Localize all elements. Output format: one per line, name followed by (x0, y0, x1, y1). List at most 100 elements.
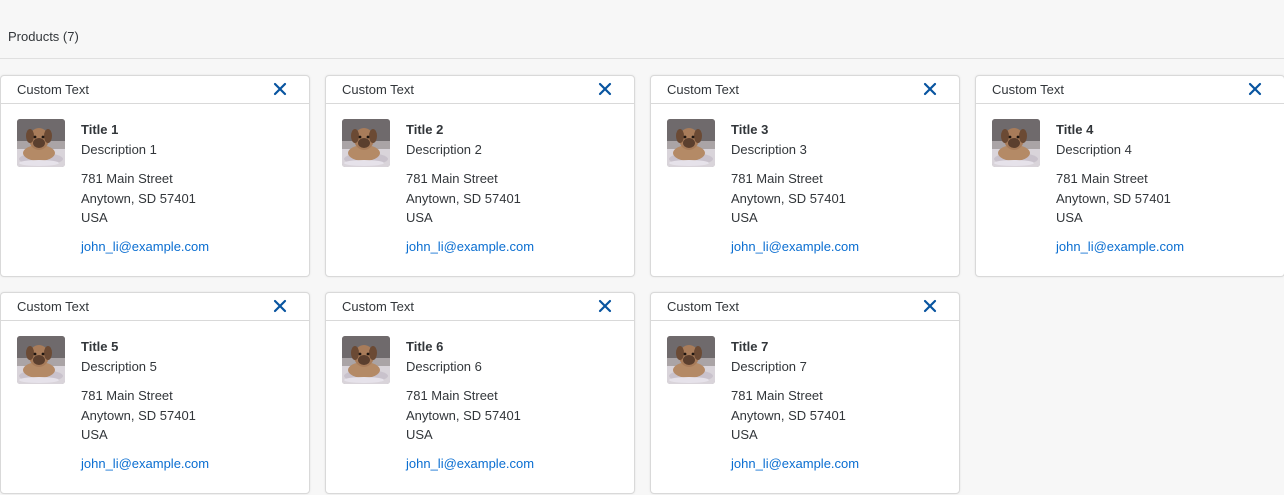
card-title: Title 6 (406, 339, 444, 354)
toolbar: Products (7) (0, 0, 1284, 59)
address-city: Anytown, SD 57401 (1056, 190, 1171, 206)
close-button[interactable] (271, 80, 289, 98)
dog-photo-icon (342, 336, 390, 384)
card-address: 781 Main Street Anytown, SD 57401 USA (731, 386, 859, 445)
card-header: Custom Text (651, 76, 959, 104)
card-header-text: Custom Text (342, 299, 415, 314)
dog-photo-icon (342, 119, 390, 167)
address-city: Anytown, SD 57401 (731, 190, 846, 206)
card-title: Title 7 (731, 339, 769, 354)
close-button[interactable] (596, 80, 614, 98)
card-description: Description 1 (81, 142, 157, 157)
card-info: Title 1 Description 1 781 Main Street An… (81, 120, 209, 257)
avatar (342, 119, 390, 167)
card-header: Custom Text (326, 293, 634, 321)
dog-photo-icon (17, 336, 65, 384)
email-link[interactable]: john_li@example.com (731, 237, 859, 257)
card-header: Custom Text (326, 76, 634, 104)
close-button[interactable] (921, 297, 939, 315)
close-button[interactable] (1246, 80, 1264, 98)
card-description: Description 3 (731, 142, 807, 157)
address-city: Anytown, SD 57401 (81, 190, 196, 206)
close-icon (923, 299, 937, 313)
card-description: Description 7 (731, 359, 807, 374)
close-icon (273, 82, 287, 96)
card-header-text: Custom Text (17, 299, 90, 314)
product-card-5: Custom Text Title 5 Description 5 781 Ma… (0, 292, 310, 494)
close-icon (598, 82, 612, 96)
address-country: USA (1056, 210, 1083, 225)
address-city: Anytown, SD 57401 (731, 407, 846, 423)
card-title: Title 5 (81, 339, 119, 354)
close-button[interactable] (921, 80, 939, 98)
card-info: Title 5 Description 5 781 Main Street An… (81, 337, 209, 474)
address-country: USA (81, 210, 108, 225)
address-street: 781 Main Street (731, 171, 823, 186)
card-title: Title 1 (81, 122, 119, 137)
address-street: 781 Main Street (406, 171, 498, 186)
dog-photo-icon (17, 119, 65, 167)
address-country: USA (731, 427, 758, 442)
card-description: Description 2 (406, 142, 482, 157)
email-link[interactable]: john_li@example.com (1056, 237, 1184, 257)
close-icon (598, 299, 612, 313)
card-description: Description 6 (406, 359, 482, 374)
close-button[interactable] (596, 297, 614, 315)
address-city: Anytown, SD 57401 (406, 407, 521, 423)
product-card-1: Custom Text Title 1 Description 1 781 Ma… (0, 75, 310, 277)
avatar (17, 336, 65, 384)
address-city: Anytown, SD 57401 (406, 190, 521, 206)
close-button[interactable] (271, 297, 289, 315)
product-card-3: Custom Text Title 3 Description 3 781 Ma… (650, 75, 960, 277)
avatar (992, 119, 1040, 167)
address-street: 781 Main Street (81, 171, 173, 186)
card-address: 781 Main Street Anytown, SD 57401 USA (1056, 169, 1184, 228)
email-link[interactable]: john_li@example.com (81, 237, 209, 257)
card-header: Custom Text (976, 76, 1284, 104)
close-icon (273, 299, 287, 313)
dog-photo-icon (992, 119, 1040, 167)
card-header-text: Custom Text (17, 82, 90, 97)
toolbar-title: Products (7) (8, 29, 79, 44)
avatar (667, 336, 715, 384)
card-title: Title 4 (1056, 122, 1094, 137)
address-country: USA (406, 210, 433, 225)
dog-photo-icon (667, 119, 715, 167)
card-header-text: Custom Text (992, 82, 1065, 97)
avatar (667, 119, 715, 167)
card-title: Title 3 (731, 122, 769, 137)
card-header-text: Custom Text (667, 299, 740, 314)
card-description: Description 4 (1056, 142, 1132, 157)
card-info: Title 4 Description 4 781 Main Street An… (1056, 120, 1184, 257)
card-header-text: Custom Text (342, 82, 415, 97)
card-header: Custom Text (651, 293, 959, 321)
product-card-4: Custom Text Title 4 Description 4 781 Ma… (975, 75, 1284, 277)
card-header-text: Custom Text (667, 82, 740, 97)
card-address: 781 Main Street Anytown, SD 57401 USA (406, 169, 534, 228)
dog-photo-icon (667, 336, 715, 384)
address-country: USA (731, 210, 758, 225)
address-street: 781 Main Street (731, 388, 823, 403)
card-description: Description 5 (81, 359, 157, 374)
email-link[interactable]: john_li@example.com (81, 454, 209, 474)
email-link[interactable]: john_li@example.com (406, 454, 534, 474)
card-header: Custom Text (1, 76, 309, 104)
address-street: 781 Main Street (81, 388, 173, 403)
address-country: USA (406, 427, 433, 442)
product-card-6: Custom Text Title 6 Description 6 781 Ma… (325, 292, 635, 494)
card-address: 781 Main Street Anytown, SD 57401 USA (81, 386, 209, 445)
card-info: Title 2 Description 2 781 Main Street An… (406, 120, 534, 257)
card-title: Title 2 (406, 122, 444, 137)
product-card-2: Custom Text Title 2 Description 2 781 Ma… (325, 75, 635, 277)
card-info: Title 6 Description 6 781 Main Street An… (406, 337, 534, 474)
address-country: USA (81, 427, 108, 442)
email-link[interactable]: john_li@example.com (406, 237, 534, 257)
close-icon (1248, 82, 1262, 96)
card-address: 781 Main Street Anytown, SD 57401 USA (406, 386, 534, 445)
address-city: Anytown, SD 57401 (81, 407, 196, 423)
product-card-7: Custom Text Title 7 Description 7 781 Ma… (650, 292, 960, 494)
email-link[interactable]: john_li@example.com (731, 454, 859, 474)
card-address: 781 Main Street Anytown, SD 57401 USA (731, 169, 859, 228)
close-icon (923, 82, 937, 96)
card-header: Custom Text (1, 293, 309, 321)
